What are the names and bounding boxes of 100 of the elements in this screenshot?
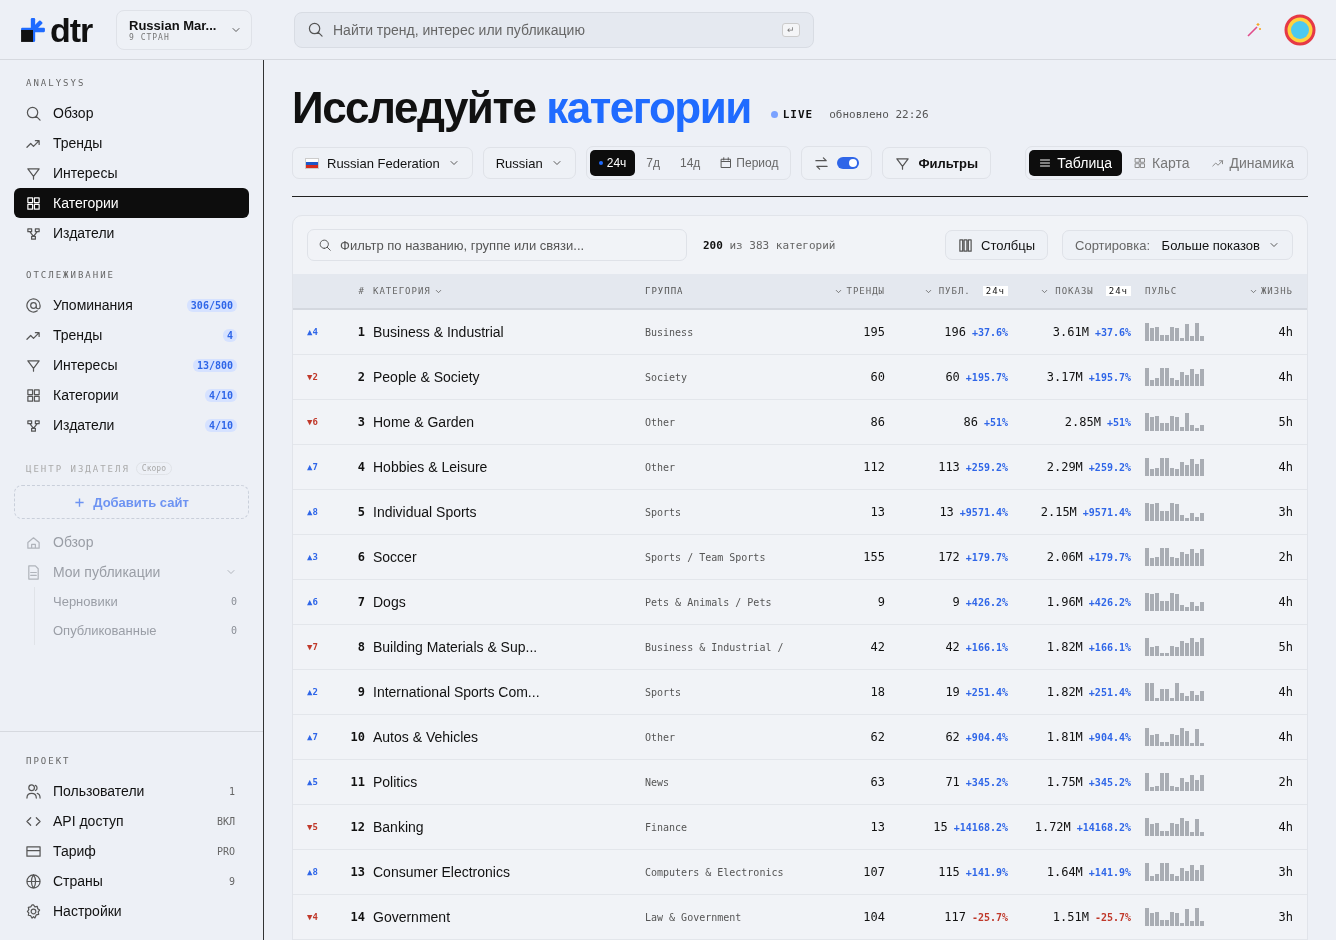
table-cell-text: 5h (1277, 415, 1293, 429)
magic-wand-icon[interactable] (1246, 21, 1262, 38)
nav-item[interactable]: Тренды (14, 128, 249, 158)
filter-field[interactable]: Фильтр по названию, группе или связи... (307, 229, 687, 261)
logo-text: dtr (50, 12, 93, 47)
search-icon (26, 105, 41, 121)
view-tab[interactable]: Динамика (1201, 150, 1304, 176)
category-name[interactable]: Individual Sports (373, 504, 645, 520)
filters-button[interactable]: Фильтры (882, 147, 992, 179)
value-label: 9 (228, 875, 236, 887)
category-name[interactable]: Hobbies & Leisure (373, 459, 645, 475)
nav-item[interactable]: Пользователи 1 (14, 776, 249, 806)
category-name[interactable]: People & Society (373, 369, 645, 385)
nav-item[interactable]: Тренды 4 (14, 320, 249, 350)
workspace-selector[interactable]: Russian Mar... 9 СТРАН (116, 9, 252, 50)
category-name[interactable]: Business & Industrial (373, 324, 645, 340)
nav-item[interactable]: Издатели 4/10 (14, 410, 249, 440)
table-cell-text: 5 (356, 505, 365, 519)
table-cell-text: Business (645, 326, 695, 338)
period-tab[interactable]: 7д (637, 150, 669, 176)
category-name[interactable]: Government (373, 909, 645, 925)
period-tab[interactable]: 24ч (589, 150, 636, 176)
table-cell-text: 107 (862, 865, 885, 879)
table-cell: 71 (945, 775, 960, 789)
category-name[interactable]: Building Materials & Sup... (373, 639, 645, 655)
column-header[interactable]: ПУЛЬС (1131, 286, 1245, 296)
funnel-icon (26, 165, 41, 181)
category-name[interactable]: Autos & Vehicles (373, 729, 645, 745)
column-header[interactable]: # (341, 286, 365, 296)
table-cell-text: 12 (349, 820, 365, 834)
category-name[interactable]: Consumer Electronics (373, 864, 645, 880)
nav-item[interactable]: Тариф PRO (14, 836, 249, 866)
trend-line-icon (1211, 157, 1224, 169)
table-cell-text: Law & Government (645, 911, 743, 923)
nav-item[interactable]: Издатели (14, 218, 249, 248)
delta-value: +179.7% (965, 551, 1008, 563)
table-cell-text: Other (645, 416, 677, 428)
nav-item[interactable]: Настройки (14, 896, 249, 926)
delta-value: +426.2% (965, 596, 1008, 608)
delta-value: +37.6% (1094, 326, 1131, 338)
nav-item[interactable]: Обзор (14, 98, 249, 128)
table-cell-text: 5h (1277, 640, 1293, 654)
column-header[interactable]: ТРЕНДЫ (825, 286, 885, 296)
language-dropdown[interactable]: Russian (482, 147, 576, 179)
rank-change: ▼7 (307, 642, 319, 652)
rank-change: ▼5 (307, 822, 319, 832)
nav-item[interactable]: Интересы (14, 158, 249, 188)
period-tab[interactable]: Период (711, 150, 788, 176)
category-name[interactable]: Soccer (373, 549, 645, 565)
table-cell: 196 (944, 325, 966, 339)
country-dropdown[interactable]: Russian Federation (292, 147, 473, 179)
nav-item[interactable]: Интересы 13/800 (14, 350, 249, 380)
category-name[interactable]: Dogs (373, 594, 645, 610)
view-tab[interactable]: Карта (1124, 150, 1200, 176)
value-label: 1 (228, 785, 236, 797)
table-cell-text: Society (645, 371, 689, 383)
nav-item[interactable]: Упоминания 306/500 (14, 290, 249, 320)
rank-change: ▲7 (307, 732, 319, 742)
table-cell-text: 10 (349, 730, 365, 744)
period-tab[interactable]: 14д (671, 150, 710, 176)
table-cell: 3.61M (1052, 325, 1089, 339)
table-cell: 60 (945, 370, 960, 384)
delta-value: +179.7% (1088, 551, 1131, 563)
column-header[interactable]: ПОКАЗЫ 24ч (1008, 286, 1131, 296)
rank-change: ▼2 (307, 372, 319, 382)
section-heading: ANALYSYS (26, 78, 87, 88)
grid-icon (26, 195, 41, 211)
pulse-sparkline (1145, 368, 1205, 386)
card-icon (26, 843, 41, 859)
sort-dropdown[interactable]: Сортировка: Больше показов (1062, 230, 1293, 260)
avatar[interactable] (1284, 13, 1316, 46)
toggle-switch[interactable] (837, 157, 860, 169)
table-cell-text: 3h (1277, 865, 1293, 879)
nav-item[interactable]: Категории 4/10 (14, 380, 249, 410)
view-tab[interactable]: Таблица (1029, 150, 1123, 176)
column-header[interactable]: КАТЕГОРИЯ (373, 286, 645, 296)
nav-item[interactable]: API доступ ВКЛ (14, 806, 249, 836)
delta-value: +345.2% (965, 776, 1008, 788)
table-cell: 1.75M (1046, 775, 1083, 789)
column-header[interactable]: ГРУППА (645, 286, 825, 296)
pulse-sparkline (1145, 413, 1205, 431)
column-header[interactable]: ЖИЗНЬ (1245, 286, 1293, 296)
table-cell: 2.29M (1046, 460, 1083, 474)
pulse-sparkline (1145, 863, 1205, 881)
category-name[interactable]: Politics (373, 774, 645, 790)
pulse-sparkline (1145, 503, 1205, 521)
category-name[interactable]: International Sports Com... (373, 684, 645, 700)
category-name[interactable]: Banking (373, 819, 645, 835)
delta-value: +426.2% (1088, 596, 1131, 608)
nav-item[interactable]: Страны 9 (14, 866, 249, 896)
table-cell-text: 11 (349, 775, 365, 789)
columns-button[interactable]: Столбцы (945, 230, 1049, 260)
updated-time: обновлено 22:26 (829, 107, 929, 121)
table-cell-text: Business & Industrial / (645, 641, 785, 653)
column-header[interactable]: ПУБЛ. 24ч (885, 286, 1008, 296)
category-name[interactable]: Home & Garden (373, 414, 645, 430)
table-cell-text: 4h (1277, 685, 1293, 699)
nav-item[interactable]: Категории (14, 188, 249, 218)
table-cell-text: 9 (356, 685, 365, 699)
home-icon (26, 534, 41, 550)
